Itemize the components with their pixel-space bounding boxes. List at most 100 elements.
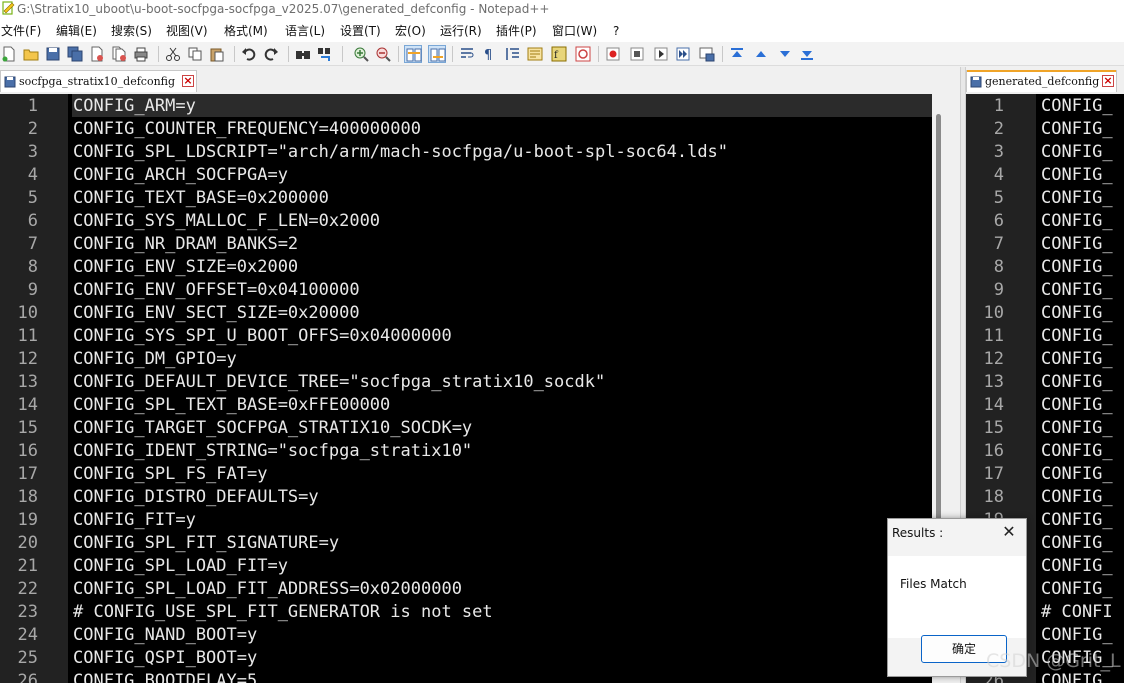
line-text[interactable]: CONFIG_QSPI_BOOT=y — [73, 647, 257, 670]
paste-icon[interactable] — [208, 45, 226, 63]
line-text[interactable]: CONFIG_BOOTDELAY=5 — [73, 670, 257, 683]
line-text[interactable]: CONFIG_ — [1041, 164, 1113, 187]
document-map-icon[interactable] — [526, 45, 544, 63]
line-text[interactable]: CONFIG_ — [1041, 394, 1113, 417]
new-file-icon[interactable] — [0, 45, 18, 63]
undo-icon[interactable] — [240, 45, 258, 63]
menu-file[interactable]: 文件(F) — [1, 20, 41, 42]
menu-macro[interactable]: 宏(O) — [395, 20, 426, 42]
line-text[interactable]: CONFIG_ — [1041, 256, 1113, 279]
open-file-icon[interactable] — [22, 45, 40, 63]
line-text[interactable]: CONFIG_ — [1041, 463, 1113, 486]
line-text[interactable]: CONFIG_ENV_SECT_SIZE=0x20000 — [73, 302, 360, 325]
function-list-icon[interactable]: f — [550, 45, 568, 63]
sync-vertical-scroll-icon[interactable] — [404, 45, 422, 63]
line-text[interactable]: CONFIG_ — [1041, 578, 1113, 601]
line-text[interactable]: CONFIG_ — [1041, 509, 1113, 532]
close-all-icon[interactable] — [110, 45, 128, 63]
left-editor[interactable]: 1 CONFIG_ARM=y 2 CONFIG_COUNTER_FREQUENCY=4… — [0, 94, 946, 683]
show-all-characters-icon[interactable]: ¶ — [480, 45, 498, 63]
line-text[interactable]: CONFIG_IDENT_STRING="socfpga_stratix10" — [73, 440, 472, 463]
cut-icon[interactable] — [164, 45, 182, 63]
line-text[interactable]: CONFIG_ — [1041, 95, 1113, 118]
line-text[interactable]: CONFIG_ — [1041, 118, 1113, 141]
line-text[interactable]: CONFIG_ENV_SIZE=0x2000 — [73, 256, 298, 279]
tab-socfpga-stratix10-defconfig[interactable]: socfpga_stratix10_defconfig × — [0, 70, 197, 92]
line-text[interactable]: CONFIG_ENV_OFFSET=0x04100000 — [73, 279, 360, 302]
line-text[interactable]: CONFIG_NAND_BOOT=y — [73, 624, 257, 647]
find-icon[interactable] — [294, 45, 312, 63]
menu-edit[interactable]: 编辑(E) — [56, 20, 97, 42]
line-text[interactable]: CONFIG_NR_DRAM_BANKS=2 — [73, 233, 298, 256]
zoom-out-icon[interactable] — [374, 45, 392, 63]
scrollbar-thumb[interactable] — [936, 114, 941, 574]
line-text[interactable]: CONFIG_SPL_FS_FAT=y — [73, 463, 267, 486]
tab-generated-defconfig[interactable]: generated_defconfig × — [966, 70, 1117, 92]
line-text[interactable]: CONFIG_DM_GPIO=y — [73, 348, 237, 371]
line-text[interactable]: CONFIG_ — [1041, 141, 1113, 164]
tab-close-icon[interactable]: × — [182, 75, 194, 87]
line-text[interactable]: CONFIG_ — [1041, 348, 1113, 371]
line-text[interactable]: CONFIG_SPL_LOAD_FIT_ADDRESS=0x02000000 — [73, 578, 462, 601]
save-icon[interactable] — [44, 45, 62, 63]
line-text[interactable]: CONFIG_ — [1041, 417, 1113, 440]
line-text[interactable]: CONFIG_ — [1041, 440, 1113, 463]
menu-view[interactable]: 视图(V) — [166, 20, 208, 42]
sync-horizontal-scroll-icon[interactable] — [428, 45, 446, 63]
save-macro-icon[interactable] — [698, 45, 716, 63]
tab-close-icon[interactable]: × — [1102, 75, 1114, 87]
line-text[interactable]: CONFIG_DEFAULT_DEVICE_TREE="socfpga_stra… — [73, 371, 605, 394]
close-icon[interactable]: ✕ — [1000, 523, 1018, 541]
line-text[interactable]: CONFIG_TARGET_SOCFPGA_STRATIX10_SOCDK=y — [73, 417, 472, 440]
line-text[interactable]: CONFIG_ — [1041, 210, 1113, 233]
line-text[interactable]: CONFIG_ARCH_SOCFPGA=y — [73, 164, 288, 187]
play-macro-icon[interactable] — [652, 45, 670, 63]
print-icon[interactable] — [132, 45, 150, 63]
line-text[interactable]: CONFIG_FIT=y — [73, 509, 196, 532]
line-text[interactable]: CONFIG_ — [1041, 325, 1113, 348]
close-icon[interactable] — [88, 45, 106, 63]
line-text[interactable]: CONFIG_SPL_LOAD_FIT=y — [73, 555, 288, 578]
replace-icon[interactable] — [316, 45, 334, 63]
line-text[interactable]: CONFIG_SPL_FIT_SIGNATURE=y — [73, 532, 339, 555]
folder-as-workspace-icon[interactable] — [574, 45, 592, 63]
first-difference-icon[interactable] — [728, 45, 746, 63]
line-text[interactable]: CONFIG_ — [1041, 624, 1113, 647]
line-text[interactable]: CONFIG_ — [1041, 279, 1113, 302]
line-text[interactable]: CONFIG_SYS_MALLOC_F_LEN=0x2000 — [73, 210, 380, 233]
menu-settings[interactable]: 设置(T) — [340, 20, 381, 42]
word-wrap-icon[interactable] — [458, 45, 476, 63]
line-text[interactable]: CONFIG_ — [1041, 302, 1113, 325]
line-text[interactable]: CONFIG_SYS_SPI_U_BOOT_OFFS=0x04000000 — [73, 325, 452, 348]
line-text[interactable]: CONFIG_TEXT_BASE=0x200000 — [73, 187, 329, 210]
menu-help[interactable]: ? — [613, 20, 619, 42]
redo-icon[interactable] — [262, 45, 280, 63]
line-text[interactable]: CONFIG_ — [1041, 233, 1113, 256]
menu-window[interactable]: 窗口(W) — [552, 20, 597, 42]
save-all-icon[interactable] — [66, 45, 84, 63]
menu-format[interactable]: 格式(M) — [224, 20, 268, 42]
line-text[interactable]: CONFIG_ — [1041, 486, 1113, 509]
menu-plugins[interactable]: 插件(P) — [496, 20, 537, 42]
line-text[interactable]: CONFIG_DISTRO_DEFAULTS=y — [73, 486, 319, 509]
stop-recording-icon[interactable] — [628, 45, 646, 63]
record-macro-icon[interactable] — [604, 45, 622, 63]
line-text[interactable]: CONFIG_ — [1041, 532, 1113, 555]
line-text[interactable]: # CONFI — [1041, 601, 1113, 624]
line-text[interactable]: # CONFIG_USE_SPL_FIT_GENERATOR is not se… — [73, 601, 493, 624]
line-text[interactable]: CONFIG_ — [1041, 555, 1113, 578]
indent-guide-icon[interactable] — [504, 45, 522, 63]
menu-language[interactable]: 语言(L) — [285, 20, 325, 42]
copy-icon[interactable] — [186, 45, 204, 63]
menu-search[interactable]: 搜索(S) — [111, 20, 152, 42]
line-text[interactable]: CONFIG_ — [1041, 371, 1113, 394]
line-text[interactable]: CONFIG_ARM=y — [73, 95, 196, 118]
previous-difference-icon[interactable] — [752, 45, 770, 63]
last-difference-icon[interactable] — [798, 45, 816, 63]
line-text[interactable]: CONFIG_COUNTER_FREQUENCY=400000000 — [73, 118, 421, 141]
next-difference-icon[interactable] — [776, 45, 794, 63]
zoom-in-icon[interactable] — [352, 45, 370, 63]
line-text[interactable]: CONFIG_SPL_LDSCRIPT="arch/arm/mach-socfp… — [73, 141, 728, 164]
line-text[interactable]: CONFIG_SPL_TEXT_BASE=0xFFE00000 — [73, 394, 390, 417]
run-macro-multiple-icon[interactable] — [674, 45, 692, 63]
